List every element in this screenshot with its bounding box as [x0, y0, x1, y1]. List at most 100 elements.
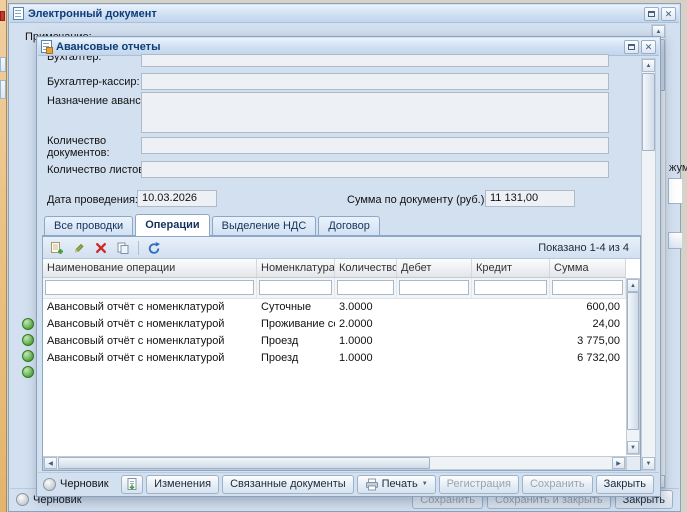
- report-icon: [41, 40, 52, 53]
- cashier-label: Бухгалтер-кассир:: [47, 76, 140, 89]
- cell-nomenclature[interactable]: Проезд: [257, 333, 335, 350]
- filter-input-nomenclature[interactable]: [259, 280, 332, 295]
- filter-input-operation[interactable]: [45, 280, 254, 295]
- document-sum-field[interactable]: 11 131,00: [485, 190, 575, 207]
- modal-vertical-scrollbar[interactable]: ▲ ▼: [641, 58, 656, 471]
- registration-button[interactable]: Регистрация: [439, 475, 519, 494]
- cell-quantity[interactable]: 2.0000: [335, 316, 397, 333]
- filter-input-quantity[interactable]: [337, 280, 394, 295]
- edit-row-button[interactable]: [70, 239, 88, 257]
- tab-vat-allocation[interactable]: Выделение НДС: [212, 216, 317, 235]
- sheet-count-field[interactable]: [141, 161, 609, 178]
- cell-operation[interactable]: Авансовый отчёт с номенклатурой: [43, 333, 257, 350]
- posting-date-field[interactable]: 10.03.2026: [137, 190, 217, 207]
- cell-credit[interactable]: [472, 316, 550, 333]
- modal-title: Авансовые отчеты: [56, 41, 160, 53]
- scroll-left-icon[interactable]: ◀: [44, 457, 57, 469]
- column-header-debit[interactable]: Дебет: [397, 259, 472, 277]
- cell-credit[interactable]: [472, 333, 550, 350]
- refresh-button[interactable]: [145, 239, 163, 257]
- column-header-credit[interactable]: Кредит: [472, 259, 550, 277]
- sheet-count-label: Количество листов:: [47, 164, 147, 177]
- cell-debit[interactable]: [397, 299, 472, 316]
- close-icon[interactable]: ✕: [661, 7, 676, 21]
- delete-row-button[interactable]: [92, 239, 110, 257]
- covered-field-fragment: [668, 178, 682, 204]
- add-row-button[interactable]: [48, 239, 66, 257]
- cell-credit[interactable]: [472, 299, 550, 316]
- tab-all-postings[interactable]: Все проводки: [44, 216, 133, 235]
- cell-nomenclature[interactable]: Проезд: [257, 350, 335, 367]
- changes-button[interactable]: Изменения: [146, 475, 219, 494]
- scroll-up-icon[interactable]: ▲: [642, 59, 655, 72]
- cell-debit[interactable]: [397, 316, 472, 333]
- column-header-operation[interactable]: Наименование операции: [43, 259, 257, 277]
- draft-status-icon: [16, 493, 29, 506]
- covered-button-fragment: [668, 232, 682, 249]
- cell-operation[interactable]: Авансовый отчёт с номенклатурой: [43, 316, 257, 333]
- close-icon[interactable]: ✕: [641, 40, 656, 54]
- cashier-field[interactable]: [141, 73, 609, 90]
- column-header-sum[interactable]: Сумма: [550, 259, 626, 277]
- filter-input-credit[interactable]: [474, 280, 547, 295]
- scroll-right-icon[interactable]: ▶: [612, 457, 625, 469]
- toolbar-separator: [138, 241, 139, 255]
- cell-quantity[interactable]: 3.0000: [335, 299, 397, 316]
- grid-filter-row: [43, 278, 626, 299]
- table-row[interactable]: Авансовый отчёт с номенклатурой Проезд 1…: [43, 350, 626, 367]
- clipped-field[interactable]: [141, 54, 609, 67]
- cell-operation[interactable]: Авансовый отчёт с номенклатурой: [43, 350, 257, 367]
- doc-count-label: Количество документов:: [47, 135, 121, 159]
- copy-row-button[interactable]: [114, 239, 132, 257]
- cell-sum[interactable]: 600,00: [550, 299, 626, 316]
- pencil-icon: [72, 241, 86, 255]
- scrollbar-thumb[interactable]: [58, 457, 430, 469]
- cell-nomenclature[interactable]: Проживание со...: [257, 316, 335, 333]
- print-button[interactable]: Печать ▼: [357, 475, 436, 494]
- add-icon: [50, 241, 64, 255]
- scrollbar-thumb[interactable]: [642, 73, 655, 151]
- grid-vertical-scrollbar[interactable]: ▲ ▼: [626, 278, 640, 455]
- tab-contract[interactable]: Договор: [318, 216, 380, 235]
- column-header-nomenclature[interactable]: Номенклатура: [257, 259, 335, 277]
- background-artifact-icon: [0, 11, 5, 21]
- maximize-icon[interactable]: [644, 7, 659, 21]
- background-window-sliver: [0, 57, 6, 72]
- cell-sum[interactable]: 6 732,00: [550, 350, 626, 367]
- related-documents-button[interactable]: Связанные документы: [222, 475, 354, 494]
- cell-sum[interactable]: 3 775,00: [550, 333, 626, 350]
- tab-operations[interactable]: Операции: [135, 214, 209, 236]
- scroll-down-icon[interactable]: ▼: [627, 441, 639, 454]
- table-row[interactable]: Авансовый отчёт с номенклатурой Суточные…: [43, 299, 626, 316]
- outer-window-titlebar[interactable]: Электронный документ ✕: [10, 5, 679, 23]
- grid-horizontal-scrollbar[interactable]: ◀ ▶: [43, 456, 626, 470]
- scrollbar-thumb[interactable]: [627, 292, 639, 430]
- posting-date-label: Дата проведения:: [47, 194, 138, 207]
- covered-label-fragment: жум: [669, 162, 687, 174]
- cell-quantity[interactable]: 1.0000: [335, 333, 397, 350]
- table-row[interactable]: Авансовый отчёт с номенклатурой Проживан…: [43, 316, 626, 333]
- copy-icon: [116, 241, 130, 255]
- save-button[interactable]: Сохранить: [522, 475, 593, 494]
- cell-debit[interactable]: [397, 333, 472, 350]
- purpose-field[interactable]: [141, 92, 609, 133]
- cell-credit[interactable]: [472, 350, 550, 367]
- export-button[interactable]: [121, 475, 143, 494]
- column-header-quantity[interactable]: Количество: [335, 259, 397, 277]
- filter-input-sum[interactable]: [552, 280, 623, 295]
- filter-input-debit[interactable]: [399, 280, 469, 295]
- maximize-icon[interactable]: [624, 40, 639, 54]
- cell-quantity[interactable]: 1.0000: [335, 350, 397, 367]
- scroll-up-icon[interactable]: ▲: [627, 279, 639, 292]
- cell-nomenclature[interactable]: Суточные: [257, 299, 335, 316]
- scroll-down-icon[interactable]: ▼: [642, 457, 655, 470]
- table-row[interactable]: Авансовый отчёт с номенклатурой Проезд 1…: [43, 333, 626, 350]
- doc-count-field[interactable]: [141, 137, 609, 154]
- export-page-icon: [125, 477, 139, 491]
- cell-sum[interactable]: 24,00: [550, 316, 626, 333]
- cell-debit[interactable]: [397, 350, 472, 367]
- draft-status-icon: [43, 478, 56, 491]
- cell-operation[interactable]: Авансовый отчёт с номенклатурой: [43, 299, 257, 316]
- close-button[interactable]: Закрыть: [596, 475, 654, 494]
- status-dot-icon: [22, 318, 34, 330]
